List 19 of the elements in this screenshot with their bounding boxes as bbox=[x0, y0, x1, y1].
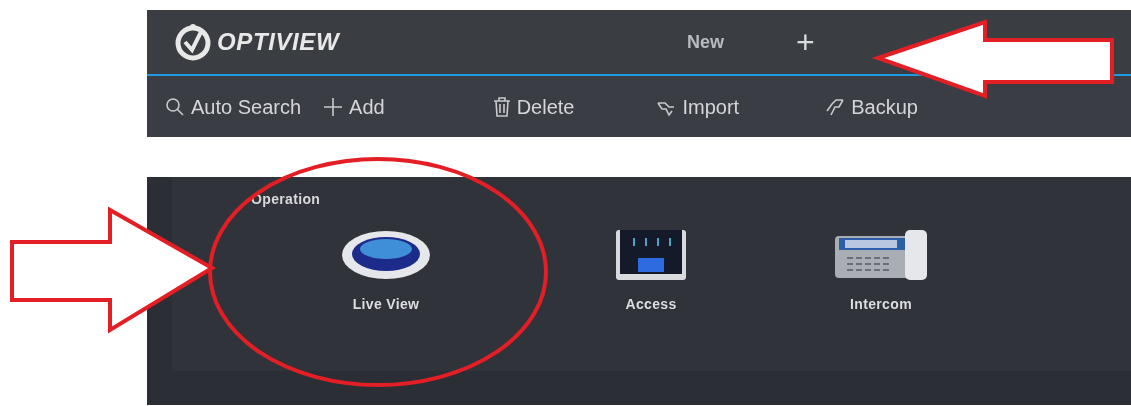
lens-icon bbox=[341, 230, 431, 280]
section-title: Operation bbox=[251, 190, 322, 209]
toolbar-button[interactable]: Backup bbox=[825, 91, 918, 122]
operation-tile[interactable]: Live View bbox=[251, 230, 521, 315]
toolbar-button[interactable]: Delete bbox=[492, 91, 575, 122]
add-tab-button[interactable]: + bbox=[796, 26, 815, 58]
toolbar-button[interactable]: Import bbox=[656, 91, 740, 122]
search-icon bbox=[165, 96, 185, 117]
toolbar-button[interactable]: Add bbox=[323, 91, 385, 122]
toolbar-button[interactable]: Auto Search bbox=[165, 91, 302, 122]
logo-text: OPTIVIEW bbox=[217, 27, 340, 57]
tab[interactable]: New bbox=[687, 28, 724, 56]
keypad-device-icon bbox=[616, 230, 686, 280]
plus-icon bbox=[323, 96, 344, 117]
operation-tile[interactable]: Access bbox=[521, 230, 781, 315]
logo-icon bbox=[173, 22, 213, 62]
trash-icon bbox=[492, 96, 511, 117]
intercom-device-icon bbox=[835, 230, 927, 280]
operation-tile[interactable]: Intercom bbox=[781, 230, 981, 315]
